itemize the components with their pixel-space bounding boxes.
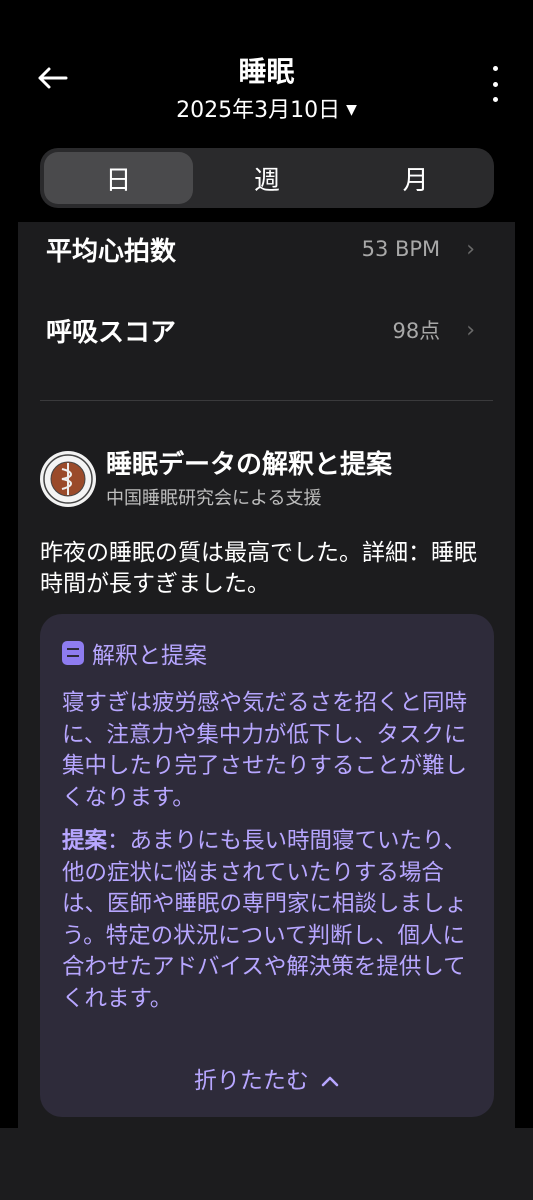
suggestion-text: 提案：あまりにも長い時間寝ていたり、他の症状に悩まされていたりする場合は、医師や…: [62, 826, 474, 1015]
chevron-right-icon: ›: [466, 317, 475, 343]
suggestion-body: ：あまりにも長い時間寝ていたり、他の症状に悩まされていたりする場合は、医師や睡眠…: [62, 828, 468, 1012]
collapse-button[interactable]: 折りたたむ: [40, 1061, 494, 1095]
metric-label: 呼吸スコア: [46, 317, 177, 348]
advice-panel: 解釈と提案 寝すぎは疲労感や気だるさを招くと同時に、注意力や集中力が低下し、タス…: [40, 614, 494, 1117]
chevron-right-icon: ›: [466, 236, 475, 262]
date-label: 2025年3月10日: [176, 98, 341, 123]
tab-day[interactable]: 日: [44, 152, 193, 204]
interpretation-text: 寝すぎは疲労感や気だるさを招くと同時に、注意力や集中力が低下し、タスクに集中した…: [62, 690, 468, 811]
insight-title: 睡眠データの解釈と提案: [106, 450, 393, 480]
sleep-detail-card: 平均心拍数 53 BPM › 呼吸スコア 98点 › 睡眠データの解釈と提案 中…: [18, 222, 515, 1132]
insight-subtitle: 中国睡眠研究会による支援: [106, 488, 322, 509]
sleep-summary-text: 昨夜の睡眠の質は最高でした。詳細：睡眠時間が長すぎました。: [40, 540, 477, 597]
header: 睡眠 2025年3月10日 ▼: [0, 0, 533, 140]
advice-title: 解釈と提案: [92, 643, 207, 669]
divider: [40, 400, 493, 401]
metric-value: 98点: [392, 319, 441, 343]
caret-down-icon: ▼: [346, 102, 357, 118]
navigation-bar: [0, 1128, 533, 1200]
caduceus-logo-icon: [43, 454, 93, 504]
metric-row-breathing-score[interactable]: 呼吸スコア 98点 ›: [46, 300, 475, 360]
more-options-button[interactable]: [485, 66, 505, 102]
chevron-up-icon: [321, 1076, 339, 1087]
suggestion-label: 提案: [62, 828, 108, 854]
sleep-research-society-logo: [40, 451, 96, 507]
advice-body: 寝すぎは疲労感や気だるさを招くと同時に、注意力や集中力が低下し、タスクに集中した…: [62, 688, 474, 1015]
date-selector[interactable]: 2025年3月10日 ▼: [0, 92, 533, 124]
page-title: 睡眠: [238, 55, 295, 88]
metric-label: 平均心拍数: [46, 236, 177, 267]
tab-week[interactable]: 週: [193, 152, 342, 204]
more-vertical-icon: [492, 66, 498, 71]
metric-row-heart-rate[interactable]: 平均心拍数 53 BPM ›: [46, 222, 475, 279]
metric-value: 53 BPM: [361, 237, 441, 261]
document-icon: [62, 641, 84, 665]
collapse-label: 折りたたむ: [193, 1068, 309, 1094]
advice-header: 解釈と提案: [62, 636, 474, 670]
tab-month[interactable]: 月: [341, 152, 490, 204]
period-tabs: 日 週 月: [40, 148, 494, 208]
